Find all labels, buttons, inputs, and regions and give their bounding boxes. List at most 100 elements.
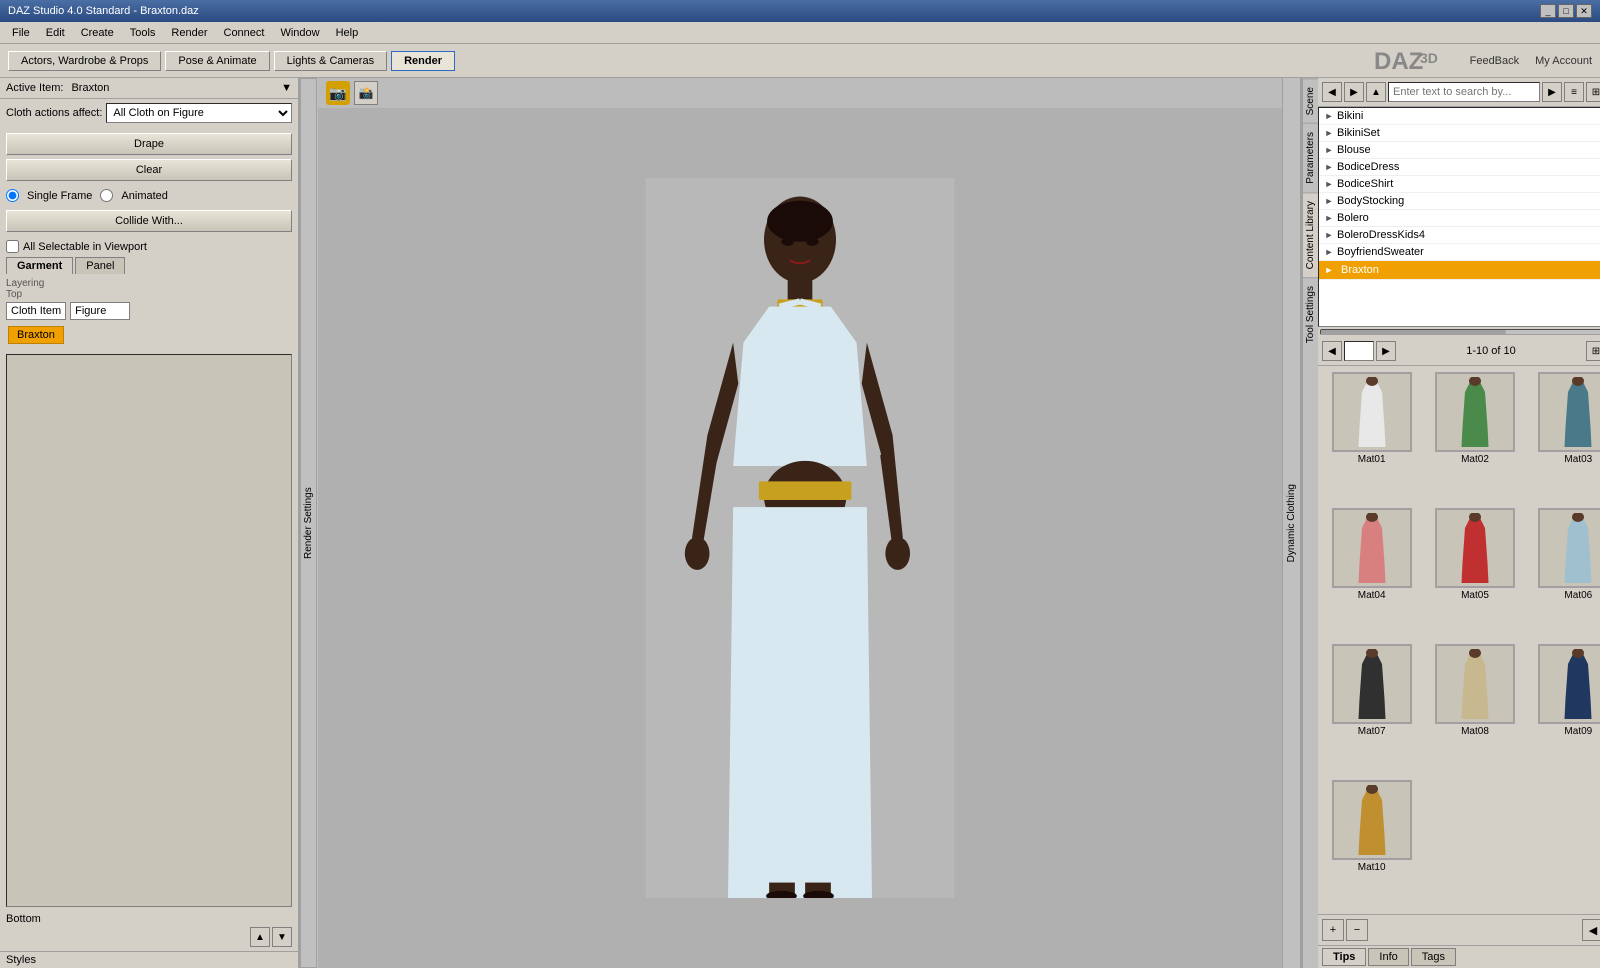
pagination: ◀ 1 ▶ 1-10 of 10 ⊞ ≡ [1318, 337, 1600, 366]
title-bar: DAZ Studio 4.0 Standard - Braxton.daz _ … [0, 0, 1600, 22]
thumb-mat10[interactable]: Mat10 [1322, 778, 1421, 910]
page-prev-button[interactable]: ◀ [1322, 341, 1342, 361]
cloth-affect-section: Cloth actions affect: All Cloth on Figur… [0, 99, 298, 127]
menu-connect[interactable]: Connect [216, 25, 273, 41]
menu-tools[interactable]: Tools [122, 25, 164, 41]
tree-item-bolerodresskids4[interactable]: ► BoleroDressKids4 ▶ [1319, 227, 1600, 244]
tags-tab[interactable]: Tags [1411, 948, 1456, 966]
panel-tab[interactable]: Panel [75, 257, 125, 274]
thumb-img-mat04 [1332, 508, 1412, 588]
bottom-section: Bottom ▲ ▼ [0, 911, 298, 951]
feedback-link[interactable]: FeedBack [1470, 55, 1520, 67]
nav-back-button[interactable]: ◀ [1322, 82, 1342, 102]
toolbar-render[interactable]: Render [391, 51, 455, 71]
thumb-img-mat01 [1332, 372, 1412, 452]
thumb-mat06[interactable]: Mat06 [1529, 506, 1600, 638]
tree-item-bikiniset[interactable]: ► BikiniSet ▶ [1319, 125, 1600, 142]
window-title: DAZ Studio 4.0 Standard - Braxton.daz [8, 5, 199, 17]
scrollbar-thumb[interactable] [1321, 330, 1506, 334]
info-tab[interactable]: Info [1368, 948, 1408, 966]
thumb-mat05[interactable]: Mat05 [1425, 506, 1524, 638]
tree-expand-icon: ► [1323, 264, 1335, 276]
menu-help[interactable]: Help [328, 25, 367, 41]
camera-icon[interactable]: 📷 [326, 81, 350, 105]
dynamic-clothing-toggle[interactable]: Dynamic Clothing [1282, 78, 1300, 968]
add-item-button[interactable]: + [1322, 919, 1344, 941]
tree-scrollbar[interactable] [1318, 327, 1600, 337]
nav-forward-button[interactable]: ▶ [1344, 82, 1364, 102]
tree-item-bodicedress[interactable]: ► BodiceDress ▶ [1319, 159, 1600, 176]
screenshot-icon[interactable]: 📸 [354, 81, 378, 105]
tree-item-bolero[interactable]: ► Bolero ▶ [1319, 210, 1600, 227]
search-go-button[interactable]: ▶ [1542, 82, 1562, 102]
thumb-label-mat04: Mat04 [1358, 590, 1386, 601]
animated-radio[interactable] [100, 189, 113, 202]
garment-tag[interactable]: Braxton [8, 326, 64, 344]
thumb-mat08[interactable]: Mat08 [1425, 642, 1524, 774]
tree-item-bikini[interactable]: ► Bikini [1319, 108, 1600, 125]
minimize-button[interactable]: _ [1540, 4, 1556, 18]
single-frame-radio[interactable] [6, 189, 19, 202]
menu-edit[interactable]: Edit [38, 25, 73, 41]
garment-tab[interactable]: Garment [6, 257, 73, 274]
account-link[interactable]: My Account [1535, 55, 1592, 67]
panel-options-icon[interactable]: ▼ [281, 82, 292, 94]
nav-up-button[interactable]: ▲ [1366, 82, 1386, 102]
window-controls[interactable]: _ □ ✕ [1540, 4, 1592, 18]
grid-view-button[interactable]: ⊞ [1586, 341, 1600, 361]
tree-item-label: BikiniSet [1337, 127, 1380, 139]
collide-button[interactable]: Collide With... [6, 210, 292, 232]
tips-tab[interactable]: Tips [1322, 948, 1366, 966]
tree-item-braxton[interactable]: ► Braxton [1319, 261, 1600, 280]
menu-create[interactable]: Create [73, 25, 122, 41]
render-settings-area: Render Settings [300, 78, 318, 968]
render-settings-tab[interactable]: Render Settings [300, 78, 317, 968]
thumb-prev-button[interactable]: ◀ [1582, 919, 1600, 941]
arrow-down-button[interactable]: ▼ [272, 927, 292, 947]
content-library-tab[interactable]: Content Library [1303, 192, 1318, 277]
arrow-up-button[interactable]: ▲ [250, 927, 270, 947]
thumb-mat09[interactable]: Mat09 [1529, 642, 1600, 774]
cloth-affect-select[interactable]: All Cloth on Figure [106, 103, 292, 123]
scrollbar-track[interactable] [1320, 329, 1600, 335]
thumb-bottom: + − ◀ ▶ [1318, 914, 1600, 945]
tree-item-bodiceshirt[interactable]: ► BodiceShirt ▶ [1319, 176, 1600, 193]
page-nav: ◀ 1 ▶ [1322, 341, 1396, 361]
parameters-tab[interactable]: Parameters [1303, 123, 1318, 192]
thumb-empty-2 [1529, 778, 1600, 910]
character-display [318, 108, 1282, 968]
menu-render[interactable]: Render [163, 25, 215, 41]
search-options-button[interactable]: ≡ [1564, 82, 1584, 102]
menu-file[interactable]: File [4, 25, 38, 41]
thumb-mat04[interactable]: Mat04 [1322, 506, 1421, 638]
page-number-input[interactable]: 1 [1344, 341, 1374, 361]
thumb-mat07[interactable]: Mat07 [1322, 642, 1421, 774]
bottom-label: Bottom [6, 913, 292, 925]
tree-item-bodystocking[interactable]: ► BodyStocking [1319, 193, 1600, 210]
menu-window[interactable]: Window [272, 25, 327, 41]
search-input[interactable] [1388, 82, 1540, 102]
tree-item-blouse[interactable]: ► Blouse [1319, 142, 1600, 159]
toolbar-actors[interactable]: Actors, Wardrobe & Props [8, 51, 161, 71]
clear-button[interactable]: Clear [6, 159, 292, 181]
tool-settings-tab[interactable]: Tool Settings [1303, 277, 1318, 351]
view-toggle-button[interactable]: ⊞ [1586, 82, 1600, 102]
tree-item-label: Bolero [1337, 212, 1369, 224]
svg-text:3D: 3D [1420, 50, 1438, 66]
toolbar-pose[interactable]: Pose & Animate [165, 51, 269, 71]
page-next-button[interactable]: ▶ [1376, 341, 1396, 361]
all-selectable-label: All Selectable in Viewport [23, 241, 147, 253]
tree-expand-icon: ► [1323, 212, 1335, 224]
remove-item-button[interactable]: − [1346, 919, 1368, 941]
drape-button[interactable]: Drape [6, 133, 292, 155]
thumb-mat01[interactable]: Mat01 [1322, 370, 1421, 502]
scene-tab[interactable]: Scene [1303, 78, 1318, 123]
all-selectable-checkbox[interactable] [6, 240, 19, 253]
toolbar-lights[interactable]: Lights & Cameras [274, 51, 387, 71]
maximize-button[interactable]: □ [1558, 4, 1574, 18]
thumb-mat02[interactable]: Mat02 [1425, 370, 1524, 502]
thumb-mat03[interactable]: Mat03 [1529, 370, 1600, 502]
layering-row: Cloth Item Figure [6, 302, 292, 320]
tree-item-boyfiendsweater[interactable]: ► BoyfriendSweater ▶ [1319, 244, 1600, 261]
close-button[interactable]: ✕ [1576, 4, 1592, 18]
